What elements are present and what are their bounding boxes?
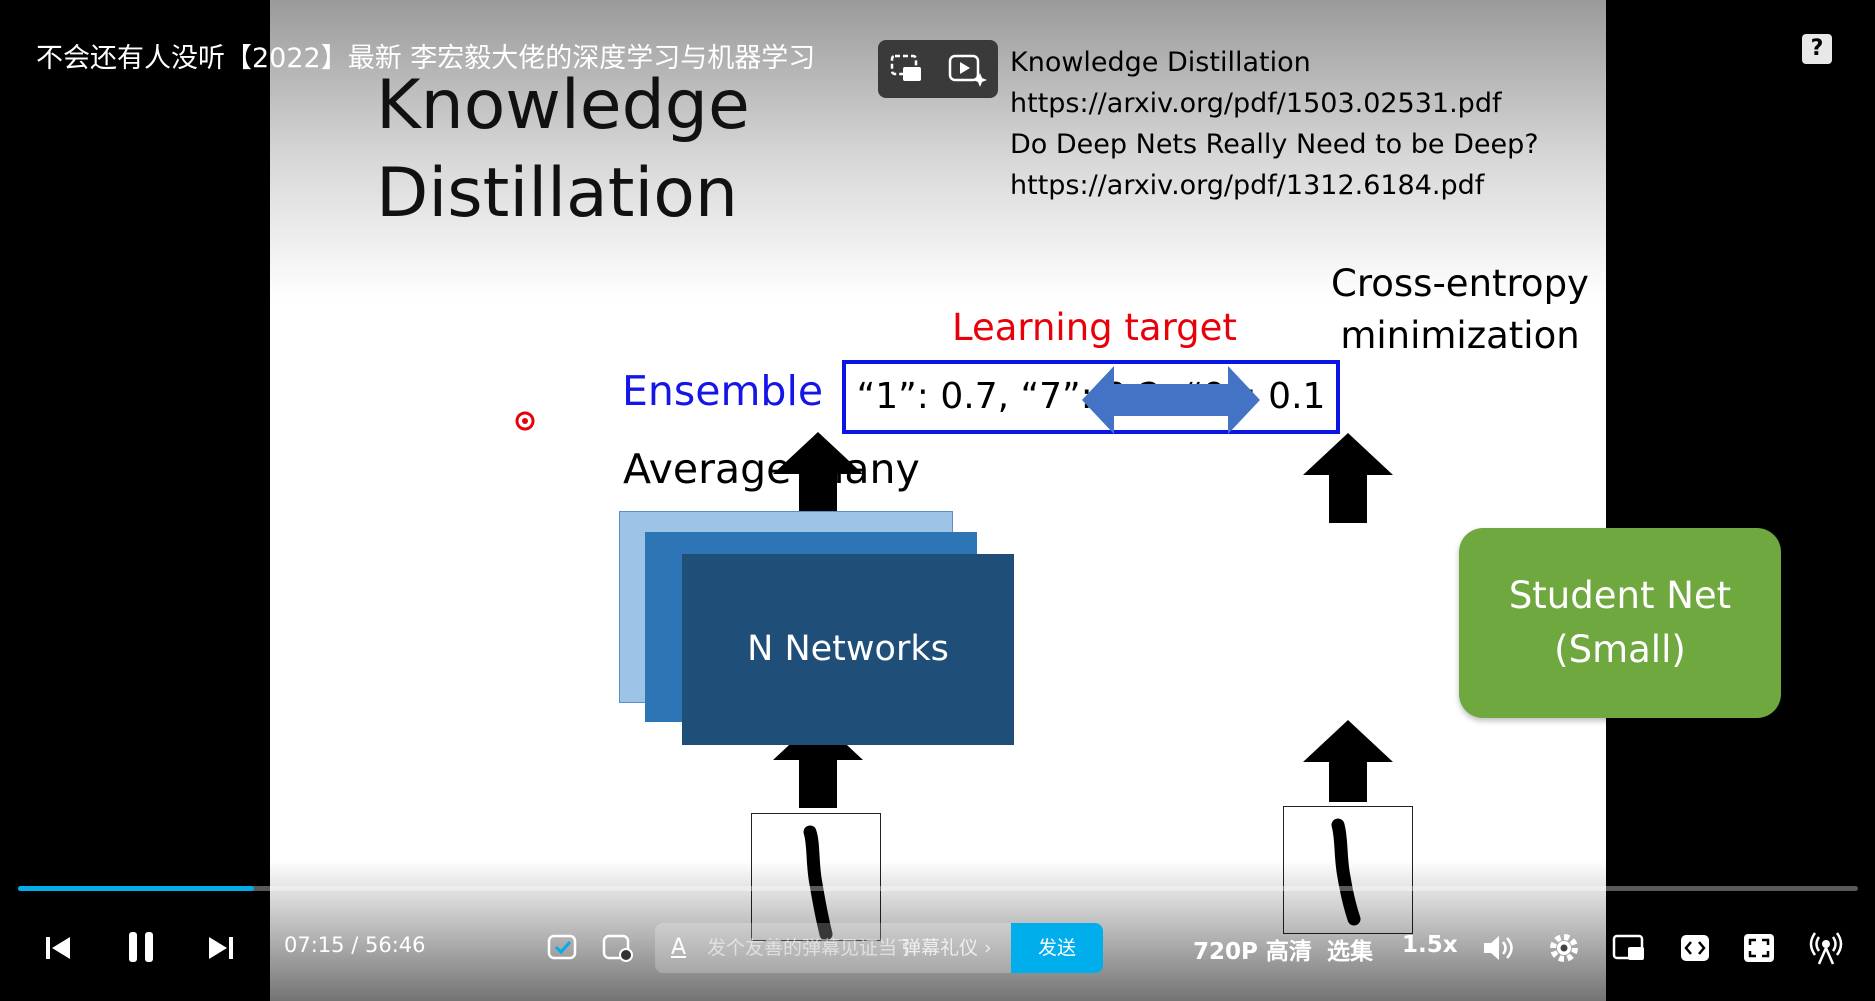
help-button[interactable]: ? (1802, 34, 1832, 64)
video-frame[interactable]: Knowledge Distillation Knowledge Distill… (270, 0, 1781, 1001)
reference-line: https://arxiv.org/pdf/1312.6184.pdf (1010, 170, 1485, 201)
pip-icon[interactable] (1612, 932, 1648, 964)
student-net-box: Student Net (Small) (1459, 528, 1781, 718)
reference-line: https://arxiv.org/pdf/1503.02531.pdf (1010, 88, 1502, 119)
cross-entropy-label: Cross-entropy minimization (1310, 258, 1610, 362)
episodes-button[interactable]: 选集 (1327, 932, 1373, 966)
danmaku-input[interactable]: A 发个友善的弹幕见证当下 弹幕礼仪 › (655, 923, 1013, 973)
slide-title: Knowledge Distillation (376, 62, 750, 238)
student-net-line2: (Small) (1554, 628, 1686, 671)
fullscreen-icon[interactable] (1742, 932, 1776, 964)
up-arrow-icon (1303, 433, 1393, 523)
pause-icon[interactable] (126, 930, 156, 964)
time-separator: / (351, 933, 359, 957)
time-display: 07:15 / 56:46 (284, 933, 426, 957)
cursor-marker-icon (515, 411, 535, 431)
volume-icon[interactable] (1481, 932, 1515, 964)
n-networks-box: N Networks (682, 554, 1014, 745)
references: Knowledge Distillation https://arxiv.org… (1010, 42, 1539, 206)
learning-target-label: Learning target (952, 306, 1237, 349)
cross-entropy-line2: minimization (1340, 314, 1580, 357)
student-net-line1: Student Net (1508, 574, 1732, 617)
ensemble-label: Ensemble (622, 367, 824, 415)
danmaku-etiquette-link[interactable]: 弹幕礼仪 › (902, 923, 992, 973)
video-title: 不会还有人没听【2022】最新 李宏毅大佬的深度学习与机器学习 (36, 43, 816, 74)
floating-actions (878, 40, 998, 98)
danmaku-settings-icon[interactable] (601, 930, 635, 964)
slide-title-line2: Distillation (376, 154, 738, 233)
mini-player-icon[interactable] (889, 51, 925, 87)
quality-button[interactable]: 720P 高清 (1193, 932, 1312, 966)
send-button[interactable]: 发送 (1011, 923, 1103, 973)
progress-fill (18, 886, 254, 891)
live-icon[interactable] (1808, 930, 1844, 966)
average-line1: Average many (623, 445, 920, 493)
reference-line: Do Deep Nets Really Need to be Deep? (1010, 129, 1539, 160)
up-arrow-icon (1303, 720, 1393, 802)
time-current: 07:15 (284, 933, 345, 957)
prev-icon[interactable] (44, 935, 72, 961)
cross-entropy-line1: Cross-entropy (1331, 262, 1589, 305)
time-total: 56:46 (364, 933, 426, 957)
speed-button[interactable]: 1.5x (1402, 932, 1458, 958)
double-arrow-icon (1082, 366, 1260, 434)
progress-bar[interactable] (18, 886, 1858, 891)
slide-title-line1: Knowledge (376, 66, 750, 145)
danmaku-etiquette-label: 弹幕礼仪 (902, 937, 979, 959)
next-icon[interactable] (207, 935, 235, 961)
widescreen-icon[interactable] (1679, 933, 1711, 963)
danmaku-toggle-icon[interactable] (546, 930, 580, 964)
danmaku-placeholder: 发个友善的弹幕见证当下 (707, 937, 907, 959)
font-style-icon[interactable]: A (671, 923, 686, 973)
settings-icon[interactable] (1547, 931, 1581, 965)
student-output-question: ? (1608, 372, 1629, 416)
ai-video-icon[interactable] (947, 51, 987, 87)
reference-line: Knowledge Distillation (1010, 47, 1311, 78)
up-arrow-icon (773, 432, 863, 520)
